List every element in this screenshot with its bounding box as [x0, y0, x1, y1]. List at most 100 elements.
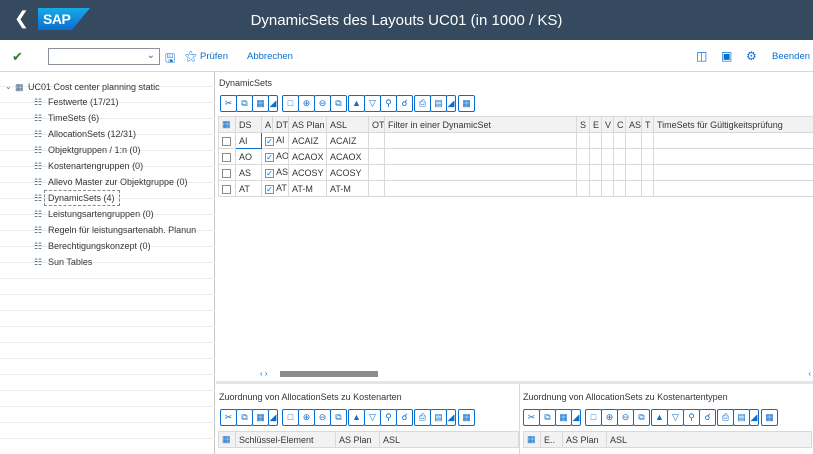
search-icon[interactable]: ⚲ [380, 95, 397, 112]
column-header[interactable]: Schlüssel-Element [235, 431, 336, 448]
asplan-cell[interactable]: ACOSY [288, 164, 327, 181]
empty-cell[interactable] [641, 148, 654, 165]
empty-cell[interactable] [576, 148, 590, 165]
tree-item[interactable]: ☷ TimeSets (6) [0, 112, 215, 126]
copy-icon[interactable]: ⧉ [236, 409, 253, 426]
insert-row-icon[interactable]: ⊕ [601, 409, 618, 426]
asl-cell[interactable]: ACOSY [326, 164, 369, 181]
abbrechen-button[interactable]: Abbrechen [247, 51, 293, 62]
filter-cell[interactable] [384, 180, 577, 197]
column-header[interactable]: OT [368, 116, 385, 133]
new-icon[interactable]: □ [585, 409, 602, 426]
tree-item[interactable]: ☷ Festwerte (17/21) [0, 96, 215, 110]
row-select-checkbox[interactable] [222, 136, 231, 146]
tree-item[interactable]: ☷ Allevo Master zur Objektgruppe (0) [0, 176, 215, 190]
tree-item[interactable]: ☷ AllocationSets (12/31) [0, 128, 215, 142]
select-all-icon[interactable]: ▦ [218, 116, 236, 133]
export-icon[interactable]: ▤ [430, 409, 447, 426]
command-field[interactable]: ⌄ [48, 48, 160, 65]
ot-cell[interactable] [368, 132, 385, 149]
empty-cell[interactable] [576, 180, 590, 197]
check-icon[interactable]: ✔ [12, 49, 23, 65]
column-header[interactable]: ASL [606, 431, 812, 448]
column-header[interactable]: V [601, 116, 614, 133]
cut-icon[interactable]: ✂ [220, 95, 237, 112]
ds-cell[interactable]: AO [235, 148, 262, 165]
scroll-right-icon[interactable]: ‹ [808, 369, 811, 378]
empty-cell[interactable] [613, 132, 626, 149]
table-row[interactable]: AO ✓ AO ACAOX ACAOX [218, 148, 813, 165]
copy-icon[interactable]: ⧉ [539, 409, 556, 426]
search-icon[interactable]: ⚲ [380, 409, 397, 426]
filter-icon[interactable]: ▽ [667, 409, 684, 426]
empty-cell[interactable] [613, 180, 626, 197]
export-icon[interactable]: ▤ [430, 95, 447, 112]
empty-cell[interactable] [613, 148, 626, 165]
check-structure-icon[interactable]: ⚝ [185, 49, 197, 64]
print-icon[interactable]: ⎙ [414, 409, 431, 426]
filter-icon[interactable]: ▽ [364, 409, 381, 426]
empty-cell[interactable] [589, 148, 602, 165]
new-icon[interactable]: □ [282, 95, 299, 112]
column-header[interactable]: S [576, 116, 590, 133]
filter-cell[interactable] [384, 164, 577, 181]
select-all-icon[interactable]: ▦ [523, 431, 541, 448]
column-header[interactable]: A [261, 116, 273, 133]
asplan-cell[interactable]: AT-M [288, 180, 327, 197]
dt-cell[interactable]: AO [276, 151, 287, 161]
layout-icon[interactable]: ▦ [761, 409, 778, 426]
pruefen-button[interactable]: Prüfen [200, 51, 228, 62]
settings-icon[interactable]: ⚙ [746, 49, 757, 63]
window-icon[interactable]: ◫ [696, 49, 707, 63]
dt-cell[interactable]: AT [276, 183, 287, 193]
new-window-icon[interactable]: ▣ [721, 49, 732, 63]
chevron-down-icon[interactable]: ⌄ [147, 50, 155, 61]
sort-icon[interactable]: ▲ [348, 95, 365, 112]
ot-cell[interactable] [368, 180, 385, 197]
column-header[interactable]: TimeSets für Gültigkeitsprüfung [653, 116, 813, 133]
column-header[interactable]: Filter in einer DynamicSet [384, 116, 577, 133]
empty-cell[interactable] [625, 132, 642, 149]
export-icon[interactable]: ▤ [733, 409, 750, 426]
tree-item[interactable]: ☷ Leistungsartengruppen (0) [0, 208, 215, 222]
empty-cell[interactable] [641, 164, 654, 181]
paste-icon[interactable]: ▦ [252, 409, 269, 426]
print-icon[interactable]: ⎙ [414, 95, 431, 112]
empty-cell[interactable] [589, 132, 602, 149]
export-menu-icon[interactable]: ◢ [446, 95, 456, 112]
dt-cell[interactable]: AS [276, 167, 287, 177]
tree-item[interactable]: ☷ Regeln für leistungsartenabh. Planun [0, 224, 215, 238]
timesets-cell[interactable] [653, 164, 813, 181]
new-icon[interactable]: □ [282, 409, 299, 426]
empty-cell[interactable] [625, 148, 642, 165]
scroll-arrows-icon[interactable]: ‹ › [260, 369, 268, 378]
empty-cell[interactable] [601, 180, 614, 197]
asplan-cell[interactable]: ACAOX [288, 148, 327, 165]
copy-icon[interactable]: ⧉ [236, 95, 253, 112]
row-select-checkbox[interactable] [222, 184, 231, 194]
duplicate-icon[interactable]: ⧉ [633, 409, 650, 426]
empty-cell[interactable] [641, 180, 654, 197]
tree-item[interactable]: ☷ Berechtigungskonzept (0) [0, 240, 215, 254]
empty-cell[interactable] [576, 132, 590, 149]
print-icon[interactable]: ⎙ [717, 409, 734, 426]
paste-menu-icon[interactable]: ◢ [268, 409, 278, 426]
asl-cell[interactable]: ACAOX [326, 148, 369, 165]
row-select-checkbox[interactable] [222, 168, 231, 178]
empty-cell[interactable] [641, 132, 654, 149]
filter-icon[interactable]: ▽ [364, 95, 381, 112]
table-row[interactable]: AT ✓ AT AT-M AT-M [218, 180, 813, 197]
duplicate-icon[interactable]: ⧉ [330, 95, 347, 112]
asplan-cell[interactable]: ACAIZ [288, 132, 327, 149]
search-next-icon[interactable]: ☌ [396, 95, 413, 112]
column-header[interactable]: E [589, 116, 602, 133]
column-header[interactable]: T [641, 116, 654, 133]
insert-row-icon[interactable]: ⊕ [298, 409, 315, 426]
column-header[interactable]: DS [235, 116, 262, 133]
tree-item[interactable]: ☷ Kostenartengruppen (0) [0, 160, 215, 174]
cut-icon[interactable]: ✂ [523, 409, 540, 426]
sort-icon[interactable]: ▲ [651, 409, 668, 426]
empty-cell[interactable] [601, 132, 614, 149]
tree-root[interactable]: ⌄ ▦ UC01 Cost center planning static [0, 81, 215, 95]
table-row[interactable]: AS ✓ AS ACOSY ACOSY [218, 164, 813, 181]
